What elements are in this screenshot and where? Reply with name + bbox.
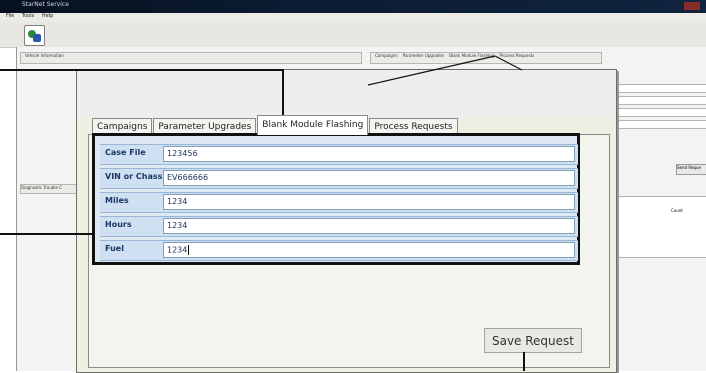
fuel-input[interactable]: 1234 bbox=[163, 242, 575, 258]
callout-line bbox=[0, 69, 284, 71]
connect-icon-part bbox=[33, 34, 41, 42]
hours-label: Hours bbox=[105, 220, 132, 229]
hours-input[interactable]: 1234 bbox=[163, 218, 575, 234]
callout-connector bbox=[367, 55, 523, 86]
dialog-top-area bbox=[77, 70, 616, 118]
menu-bar: File Tools Help bbox=[0, 13, 706, 22]
fuel-label: Fuel bbox=[105, 244, 124, 253]
menu-help[interactable]: Help bbox=[42, 13, 53, 19]
bg-field[interactable] bbox=[615, 108, 706, 117]
vin-label: VIN or Chassis bbox=[105, 172, 170, 181]
bg-field[interactable] bbox=[615, 96, 706, 105]
bg-field[interactable] bbox=[615, 84, 706, 93]
callout-line bbox=[0, 233, 95, 235]
callout-line bbox=[523, 352, 525, 371]
request-form: Case File 123456 VIN or Chassis EV666666… bbox=[92, 133, 580, 265]
case-file-row: Case File 123456 bbox=[100, 144, 578, 165]
bg-count-grid: Count bbox=[615, 196, 706, 258]
toolbar bbox=[0, 22, 706, 48]
menu-file[interactable]: File bbox=[6, 13, 14, 19]
vehicle-info-label: Vehicle Information bbox=[25, 53, 64, 58]
case-file-label: Case File bbox=[105, 148, 146, 157]
case-file-input[interactable]: 123456 bbox=[163, 146, 575, 162]
vin-input[interactable]: EV666666 bbox=[163, 170, 575, 186]
tab-blank-module-flashing[interactable]: Blank Module Flashing bbox=[257, 115, 369, 135]
bg-field[interactable] bbox=[615, 120, 706, 129]
hours-row: Hours 1234 bbox=[100, 216, 578, 237]
save-request-button[interactable]: Save Request bbox=[484, 328, 582, 353]
menu-tools[interactable]: Tools bbox=[22, 13, 34, 19]
bg-send-request-button[interactable]: Send Reque bbox=[676, 164, 706, 175]
fuel-value: 1234 bbox=[167, 245, 188, 255]
callout-line bbox=[282, 69, 284, 117]
miles-row: Miles 1234 bbox=[100, 192, 578, 213]
fuel-row: Fuel 1234 bbox=[100, 240, 578, 261]
miles-input[interactable]: 1234 bbox=[163, 194, 575, 210]
text-caret bbox=[188, 245, 190, 255]
connect-icon[interactable] bbox=[24, 25, 45, 46]
miles-label: Miles bbox=[105, 196, 129, 205]
vin-row: VIN or Chassis EV666666 bbox=[100, 168, 578, 189]
count-header: Count bbox=[671, 208, 683, 213]
window-title: StarNet Service bbox=[22, 1, 69, 8]
close-icon[interactable] bbox=[684, 2, 700, 10]
diagnostic-header: Diagnostic Trouble C bbox=[20, 184, 82, 194]
vehicle-info-header: Vehicle Information bbox=[20, 52, 362, 64]
title-bar: StarNet Service bbox=[0, 0, 706, 13]
